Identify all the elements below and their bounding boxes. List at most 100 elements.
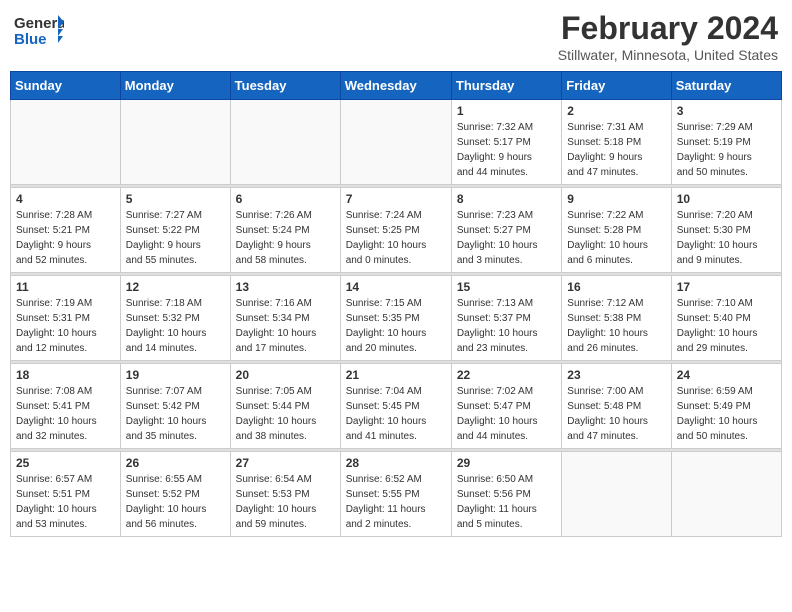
calendar-cell: 2Sunrise: 7:31 AMSunset: 5:18 PMDaylight… bbox=[562, 100, 671, 185]
calendar-cell: 18Sunrise: 7:08 AMSunset: 5:41 PMDayligh… bbox=[11, 364, 121, 449]
day-number: 5 bbox=[126, 192, 225, 206]
day-number: 26 bbox=[126, 456, 225, 470]
day-info: Sunrise: 6:50 AMSunset: 5:56 PMDaylight:… bbox=[457, 472, 556, 532]
calendar-cell bbox=[671, 452, 781, 537]
calendar-cell: 26 Sunrise: 6:55 AMSunset: 5:52 PMDayligh… bbox=[120, 452, 230, 537]
calendar-table: SundayMondayTuesdayWednesdayThursdayFrid… bbox=[10, 71, 782, 537]
calendar-cell: 10 Sunrise: 7:20 AMSunset: 5:30 PMDayligh… bbox=[671, 188, 781, 273]
calendar-cell bbox=[120, 100, 230, 185]
calendar-cell: 22 Sunrise: 7:02 AMSunset: 5:47 PMDayligh… bbox=[451, 364, 561, 449]
day-number: 16 bbox=[567, 280, 665, 294]
day-info: Sunrise: 7:12 AMSunset: 5:38 PMDaylight:… bbox=[567, 296, 665, 356]
day-number: 12 bbox=[126, 280, 225, 294]
day-number: 3 bbox=[677, 104, 776, 118]
page-header: General Blue February 2024 Stillwater, M… bbox=[10, 10, 782, 63]
calendar-cell: 6 Sunrise: 7:26 AMSunset: 5:24 PMDaylight… bbox=[230, 188, 340, 273]
calendar-cell bbox=[230, 100, 340, 185]
day-info: Sunrise: 7:23 AMSunset: 5:27 PMDaylight:… bbox=[457, 208, 556, 268]
weekday-header-wednesday: Wednesday bbox=[340, 72, 451, 100]
day-info: Sunrise: 7:16 AMSunset: 5:34 PMDaylight:… bbox=[236, 296, 335, 356]
day-info: Sunrise: 7:27 AMSunset: 5:22 PMDaylight:… bbox=[126, 208, 225, 268]
day-info: Sunrise: 6:55 AMSunset: 5:52 PMDaylight:… bbox=[126, 472, 225, 532]
title-area: February 2024 Stillwater, Minnesota, Uni… bbox=[558, 10, 778, 63]
weekday-header-tuesday: Tuesday bbox=[230, 72, 340, 100]
day-number: 11 bbox=[16, 280, 115, 294]
calendar-week-row: 11 Sunrise: 7:19 AMSunset: 5:31 PMDayligh… bbox=[11, 276, 782, 361]
day-number: 13 bbox=[236, 280, 335, 294]
day-number: 24 bbox=[677, 368, 776, 382]
calendar-cell: 23 Sunrise: 7:00 AMSunset: 5:48 PMDayligh… bbox=[562, 364, 671, 449]
day-info: Sunrise: 7:07 AMSunset: 5:42 PMDaylight:… bbox=[126, 384, 225, 444]
calendar-cell: 17Sunrise: 7:10 AMSunset: 5:40 PMDayligh… bbox=[671, 276, 781, 361]
calendar-cell: 12 Sunrise: 7:18 AMSunset: 5:32 PMDayligh… bbox=[120, 276, 230, 361]
calendar-cell: 25 Sunrise: 6:57 AMSunset: 5:51 PMDayligh… bbox=[11, 452, 121, 537]
day-info: Sunrise: 6:57 AMSunset: 5:51 PMDaylight:… bbox=[16, 472, 115, 532]
calendar-cell: 1 Sunrise: 7:32 AMSunset: 5:17 PMDaylight… bbox=[451, 100, 561, 185]
day-number: 23 bbox=[567, 368, 665, 382]
day-info: Sunrise: 7:29 AMSunset: 5:19 PMDaylight:… bbox=[677, 120, 776, 180]
calendar-cell bbox=[11, 100, 121, 185]
weekday-header-thursday: Thursday bbox=[451, 72, 561, 100]
calendar-cell bbox=[340, 100, 451, 185]
day-number: 22 bbox=[457, 368, 556, 382]
day-info: Sunrise: 7:22 AMSunset: 5:28 PMDaylight:… bbox=[567, 208, 665, 268]
calendar-cell: 13 Sunrise: 7:16 AMSunset: 5:34 PMDayligh… bbox=[230, 276, 340, 361]
day-number: 14 bbox=[346, 280, 446, 294]
day-number: 25 bbox=[16, 456, 115, 470]
day-info: Sunrise: 7:26 AMSunset: 5:24 PMDaylight:… bbox=[236, 208, 335, 268]
day-info: Sunrise: 7:24 AMSunset: 5:25 PMDaylight:… bbox=[346, 208, 446, 268]
calendar-cell: 21Sunrise: 7:04 AMSunset: 5:45 PMDayligh… bbox=[340, 364, 451, 449]
svg-text:Blue: Blue bbox=[14, 31, 47, 48]
calendar-cell: 9 Sunrise: 7:22 AMSunset: 5:28 PMDaylight… bbox=[562, 188, 671, 273]
day-info: Sunrise: 7:04 AMSunset: 5:45 PMDaylight:… bbox=[346, 384, 446, 444]
calendar-cell: 7 Sunrise: 7:24 AMSunset: 5:25 PMDaylight… bbox=[340, 188, 451, 273]
day-info: Sunrise: 7:02 AMSunset: 5:47 PMDaylight:… bbox=[457, 384, 556, 444]
day-number: 27 bbox=[236, 456, 335, 470]
calendar-cell: 24Sunrise: 6:59 AMSunset: 5:49 PMDayligh… bbox=[671, 364, 781, 449]
calendar-cell: 3 Sunrise: 7:29 AMSunset: 5:19 PMDaylight… bbox=[671, 100, 781, 185]
calendar-cell: 16 Sunrise: 7:12 AMSunset: 5:38 PMDayligh… bbox=[562, 276, 671, 361]
day-number: 4 bbox=[16, 192, 115, 206]
day-number: 20 bbox=[236, 368, 335, 382]
calendar-cell: 20Sunrise: 7:05 AMSunset: 5:44 PMDayligh… bbox=[230, 364, 340, 449]
logo: General Blue bbox=[14, 10, 64, 54]
weekday-header-sunday: Sunday bbox=[11, 72, 121, 100]
day-number: 6 bbox=[236, 192, 335, 206]
day-info: Sunrise: 6:54 AMSunset: 5:53 PMDaylight:… bbox=[236, 472, 335, 532]
day-number: 28 bbox=[346, 456, 446, 470]
day-number: 8 bbox=[457, 192, 556, 206]
svg-text:General: General bbox=[14, 15, 64, 32]
calendar-week-row: 18Sunrise: 7:08 AMSunset: 5:41 PMDayligh… bbox=[11, 364, 782, 449]
page-subtitle: Stillwater, Minnesota, United States bbox=[558, 47, 778, 63]
weekday-header-row: SundayMondayTuesdayWednesdayThursdayFrid… bbox=[11, 72, 782, 100]
weekday-header-friday: Friday bbox=[562, 72, 671, 100]
calendar-week-row: 25 Sunrise: 6:57 AMSunset: 5:51 PMDayligh… bbox=[11, 452, 782, 537]
day-info: Sunrise: 7:15 AMSunset: 5:35 PMDaylight:… bbox=[346, 296, 446, 356]
day-info: Sunrise: 7:19 AMSunset: 5:31 PMDaylight:… bbox=[16, 296, 115, 356]
day-info: Sunrise: 6:52 AMSunset: 5:55 PMDaylight:… bbox=[346, 472, 446, 532]
day-number: 17 bbox=[677, 280, 776, 294]
calendar-cell: 11 Sunrise: 7:19 AMSunset: 5:31 PMDayligh… bbox=[11, 276, 121, 361]
day-number: 1 bbox=[457, 104, 556, 118]
day-number: 19 bbox=[126, 368, 225, 382]
day-info: Sunrise: 7:00 AMSunset: 5:48 PMDaylight:… bbox=[567, 384, 665, 444]
day-number: 9 bbox=[567, 192, 665, 206]
calendar-week-row: 4 Sunrise: 7:28 AMSunset: 5:21 PMDaylight… bbox=[11, 188, 782, 273]
day-number: 2 bbox=[567, 104, 665, 118]
day-info: Sunrise: 7:28 AMSunset: 5:21 PMDaylight:… bbox=[16, 208, 115, 268]
day-info: Sunrise: 7:32 AMSunset: 5:17 PMDaylight:… bbox=[457, 120, 556, 180]
calendar-cell: 5 Sunrise: 7:27 AMSunset: 5:22 PMDaylight… bbox=[120, 188, 230, 273]
day-info: Sunrise: 7:13 AMSunset: 5:37 PMDaylight:… bbox=[457, 296, 556, 356]
weekday-header-saturday: Saturday bbox=[671, 72, 781, 100]
calendar-cell: 19 Sunrise: 7:07 AMSunset: 5:42 PMDayligh… bbox=[120, 364, 230, 449]
weekday-header-monday: Monday bbox=[120, 72, 230, 100]
day-number: 7 bbox=[346, 192, 446, 206]
day-number: 10 bbox=[677, 192, 776, 206]
calendar-cell: 28 Sunrise: 6:52 AMSunset: 5:55 PMDayligh… bbox=[340, 452, 451, 537]
calendar-cell bbox=[562, 452, 671, 537]
calendar-cell: 8 Sunrise: 7:23 AMSunset: 5:27 PMDaylight… bbox=[451, 188, 561, 273]
day-info: Sunrise: 7:18 AMSunset: 5:32 PMDaylight:… bbox=[126, 296, 225, 356]
calendar-cell: 14 Sunrise: 7:15 AMSunset: 5:35 PMDayligh… bbox=[340, 276, 451, 361]
day-info: Sunrise: 7:08 AMSunset: 5:41 PMDaylight:… bbox=[16, 384, 115, 444]
day-info: Sunrise: 7:20 AMSunset: 5:30 PMDaylight:… bbox=[677, 208, 776, 268]
